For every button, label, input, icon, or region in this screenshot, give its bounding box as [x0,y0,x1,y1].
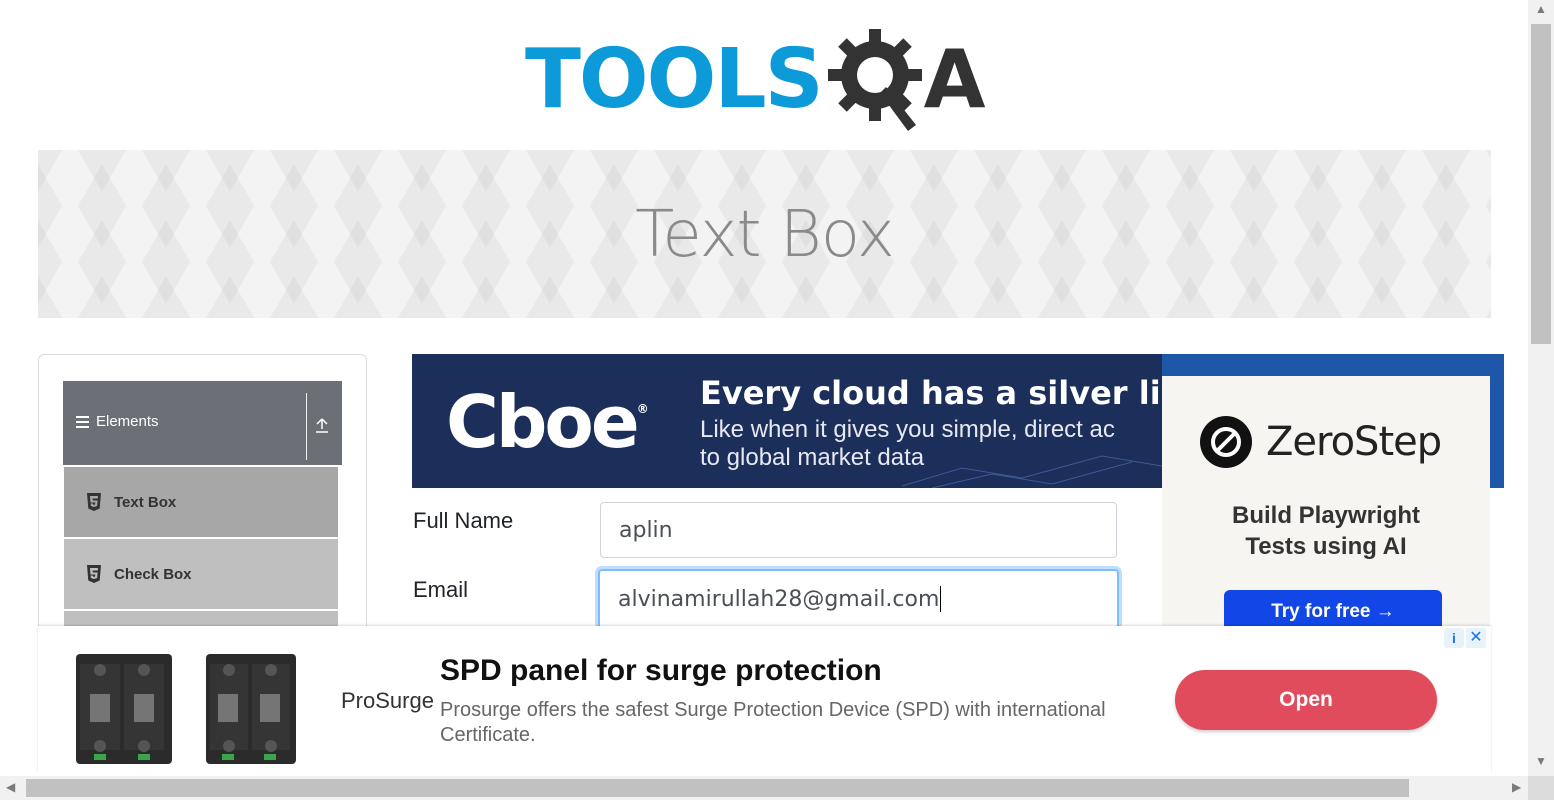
cboe-logo: Cboe® [446,380,649,464]
prosurge-logo: ProSurge [341,688,434,713]
vertical-scroll-thumb[interactable] [1531,24,1551,344]
cboe-headline: Every cloud has a silver lin [700,374,1162,412]
zerostep-tagline-1: Build Playwright [1231,502,1420,529]
html5-icon [87,493,101,511]
left-panel: Elements Text Box Check Box [38,354,367,656]
zerostep-ad[interactable]: ZeroStep Build Playwright Tests using AI… [1162,376,1490,636]
horizontal-scroll-thumb[interactable] [26,779,1409,797]
full-name-value: aplin [619,517,673,543]
cboe-subline-1: Like when it gives you simple, direct ac [700,416,1115,443]
email-value: alvinamirullah28@gmail.com [618,586,940,612]
bottom-ad-title: SPD panel for surge protection [440,654,882,687]
bottom-ad-description: Prosurge offers the safest Surge Protect… [440,699,1106,746]
ad-close-icon[interactable]: ✕ [1466,628,1486,648]
circuit-lines-decoration [902,455,1162,488]
ad-close-icon[interactable]: ‹ [1484,356,1502,374]
zerostep-tagline: Build Playwright Tests using AI [1162,500,1490,562]
full-name-input[interactable]: aplin [600,502,1117,558]
bottom-ad-banner[interactable]: ProSurge SPD panel for surge protection … [38,626,1491,774]
scrollbar-corner [1528,776,1554,800]
spd-product-image [76,654,296,764]
scroll-up-icon[interactable]: ▲ [1535,2,1547,16]
gear-q-icon [827,29,922,131]
full-name-label: Full Name [413,508,514,533]
page-banner: Text Box [38,150,1491,318]
zerostep-logo-icon [1200,416,1252,468]
email-label: Email [413,577,469,602]
open-button[interactable]: Open [1175,670,1437,730]
ad-info-icon[interactable]: i [1444,628,1464,648]
logo-text-tools: TOOLS [525,32,824,127]
scroll-right-icon[interactable]: ▶ [1512,780,1521,794]
scroll-down-icon[interactable]: ▼ [1535,754,1547,768]
zerostep-logo: ZeroStep [1200,416,1442,468]
menu-icon [76,416,89,428]
page-title: Text Box [635,198,895,272]
sidebar-item-text-box[interactable]: Text Box [64,467,338,539]
zerostep-brand: ZeroStep [1266,419,1442,465]
elements-group-header[interactable]: Elements [63,381,342,465]
email-input[interactable]: alvinamirullah28@gmail.com [598,569,1119,629]
sidebar-item-label: Text Box [114,494,177,511]
toolsqa-logo[interactable]: TOOLS A [525,24,1010,136]
scroll-left-icon[interactable]: ◀ [6,780,15,794]
collapse-up-icon[interactable] [315,417,329,433]
header-divider [306,393,307,460]
html5-icon [87,565,101,583]
cboe-ad-banner[interactable]: Cboe® Every cloud has a silver lin Like … [412,354,1162,488]
zerostep-tagline-2: Tests using AI [1245,533,1407,560]
logo-text-a: A [923,33,986,126]
sidebar-item-check-box[interactable]: Check Box [64,539,338,611]
elements-group-label: Elements [96,413,159,430]
text-caret [940,586,942,612]
sidebar-item-label: Check Box [114,566,192,583]
